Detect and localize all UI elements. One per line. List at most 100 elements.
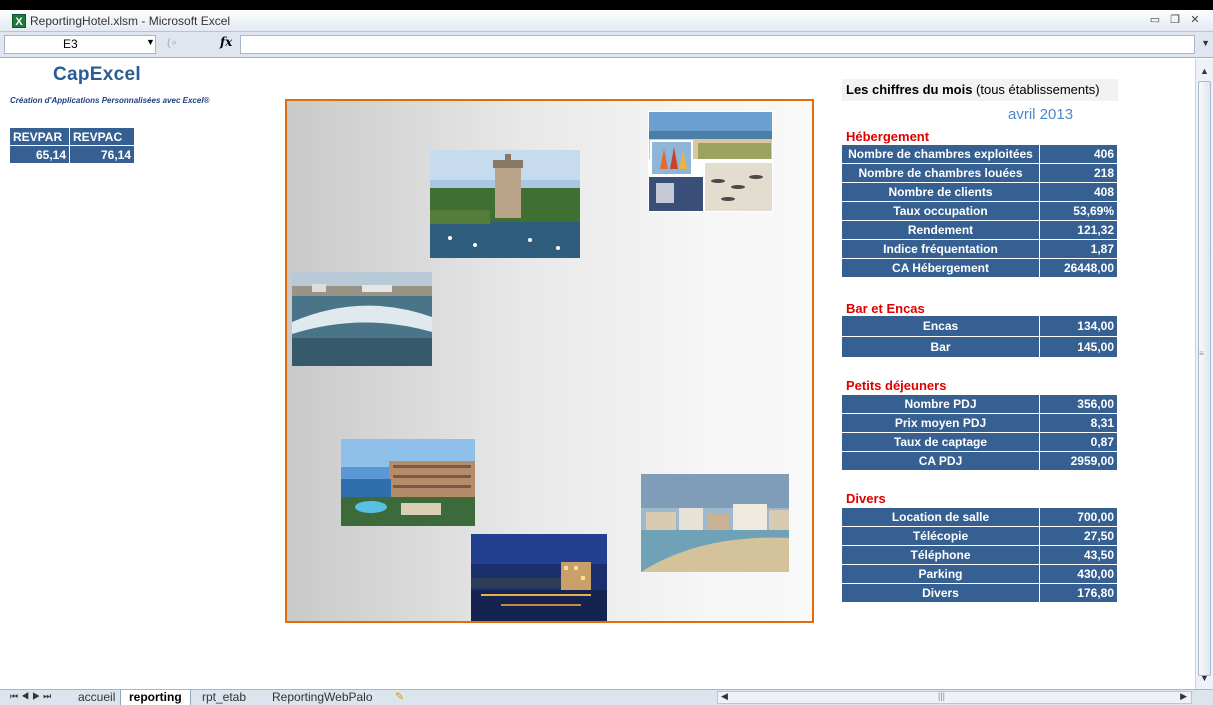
row-value[interactable]: 134,00 bbox=[1040, 316, 1117, 337]
expand-formula-icon[interactable]: ▼ bbox=[1201, 38, 1210, 48]
row-value[interactable]: 43,50 bbox=[1040, 546, 1117, 565]
row-value[interactable]: 0,87 bbox=[1040, 433, 1117, 452]
row-label[interactable]: Nombre de clients bbox=[842, 183, 1040, 202]
city-beach-photo[interactable] bbox=[641, 474, 789, 572]
table-row: Parking 430,00 bbox=[842, 565, 1117, 584]
row-value[interactable]: 406 bbox=[1040, 145, 1117, 164]
restore-icon[interactable]: ❐ bbox=[1167, 13, 1183, 27]
row-label[interactable]: Nombre PDJ bbox=[842, 395, 1040, 414]
row-value[interactable]: 176,80 bbox=[1040, 584, 1117, 603]
row-value[interactable]: 8,31 bbox=[1040, 414, 1117, 433]
table-row: Encas 134,00 bbox=[842, 316, 1117, 337]
excel-icon[interactable]: X bbox=[12, 14, 26, 28]
tab-reporting[interactable]: reporting bbox=[120, 690, 191, 705]
report-month[interactable]: avril 2013 bbox=[1008, 106, 1073, 123]
name-box[interactable]: E3 bbox=[4, 35, 156, 54]
scroll-left-icon[interactable]: ◀ bbox=[721, 691, 728, 702]
table-row: Location de salle 700,00 bbox=[842, 508, 1117, 527]
row-label[interactable]: Encas bbox=[842, 316, 1040, 337]
row-label[interactable]: Divers bbox=[842, 584, 1040, 603]
harbor-night-photo[interactable] bbox=[471, 534, 607, 621]
horizontal-scrollbar[interactable]: ◀ ||| ▶ bbox=[717, 691, 1192, 704]
row-value[interactable]: 700,00 bbox=[1040, 508, 1117, 527]
top-border bbox=[0, 0, 1213, 10]
row-value[interactable]: 145,00 bbox=[1040, 337, 1117, 358]
row-label[interactable]: CA Hébergement bbox=[842, 259, 1040, 278]
row-label[interactable]: CA PDJ bbox=[842, 452, 1040, 471]
chateau-harbor-photo[interactable] bbox=[430, 150, 580, 258]
ocean-wave-photo[interactable] bbox=[292, 272, 432, 366]
scroll-down-icon[interactable]: ▼ bbox=[1198, 672, 1211, 685]
table-row: Rendement 121,32 bbox=[842, 221, 1117, 240]
table-row: Prix moyen PDJ 8,31 bbox=[842, 414, 1117, 433]
row-value[interactable]: 430,00 bbox=[1040, 565, 1117, 584]
panel-title: Les chiffres du mois (tous établissement… bbox=[842, 79, 1118, 101]
row-label[interactable]: Rendement bbox=[842, 221, 1040, 240]
chevron-down-icon[interactable]: ▼ bbox=[146, 37, 155, 47]
revpac-value[interactable]: 76,14 bbox=[69, 145, 135, 164]
formula-input[interactable] bbox=[240, 35, 1195, 54]
row-value[interactable]: 53,69% bbox=[1040, 202, 1117, 221]
tab-accueil[interactable]: accueil bbox=[70, 690, 124, 705]
panel-title-bold: Les chiffres du mois bbox=[846, 82, 973, 97]
minimize-icon[interactable]: ▭ bbox=[1147, 13, 1163, 27]
table-row: Nombre de chambres louées 218 bbox=[842, 164, 1117, 183]
row-value[interactable]: 408 bbox=[1040, 183, 1117, 202]
table-row: CA Hébergement 26448,00 bbox=[842, 259, 1117, 278]
row-value[interactable]: 1,87 bbox=[1040, 240, 1117, 259]
section-title-hebergement: Hébergement bbox=[846, 129, 930, 144]
row-label[interactable]: Téléphone bbox=[842, 546, 1040, 565]
revpac-header[interactable]: REVPAC bbox=[69, 127, 135, 146]
row-value[interactable]: 2959,00 bbox=[1040, 452, 1117, 471]
revpar-header[interactable]: REVPAR bbox=[9, 127, 70, 146]
row-value[interactable]: 356,00 bbox=[1040, 395, 1117, 414]
row-label[interactable]: Télécopie bbox=[842, 527, 1040, 546]
table-row: Taux occupation 53,69% bbox=[842, 202, 1117, 221]
vertical-scrollbar[interactable]: ▲ ≡ ▼ bbox=[1195, 59, 1213, 689]
row-value[interactable]: 121,32 bbox=[1040, 221, 1117, 240]
panel-title-rest: (tous établissements) bbox=[972, 82, 1100, 97]
formula-bar: E3 ▼ (∘ fx ▼ bbox=[0, 32, 1213, 58]
kpi-table: REVPAR REVPAC 65,14 76,14 bbox=[9, 127, 135, 164]
row-label[interactable]: Nombre de chambres louées bbox=[842, 164, 1040, 183]
title-bar: X ReportingHotel.xlsm - Microsoft Excel … bbox=[0, 10, 1213, 32]
row-value[interactable]: 218 bbox=[1040, 164, 1117, 183]
row-label[interactable]: Prix moyen PDJ bbox=[842, 414, 1040, 433]
row-value[interactable]: 27,50 bbox=[1040, 527, 1117, 546]
formula-cancel-icon[interactable]: (∘ bbox=[167, 36, 178, 49]
row-label[interactable]: Indice fréquentation bbox=[842, 240, 1040, 259]
table-row: Téléphone 43,50 bbox=[842, 546, 1117, 565]
table-row: Bar 145,00 bbox=[842, 337, 1117, 358]
excel-window: X ReportingHotel.xlsm - Microsoft Excel … bbox=[0, 0, 1213, 705]
hebergement-table: Nombre de chambres exploitées 406 Nombre … bbox=[842, 145, 1117, 278]
section-title-petits-dejeuners: Petits déjeuners bbox=[846, 378, 947, 393]
section-title-bar-encas: Bar et Encas bbox=[846, 301, 925, 316]
insert-sheet-icon[interactable]: ✎ bbox=[395, 690, 404, 703]
scroll-thumb[interactable] bbox=[1198, 81, 1211, 676]
tab-navigation-icons[interactable]: ⏮◀▶⏭ bbox=[10, 691, 54, 702]
row-label[interactable]: Parking bbox=[842, 565, 1040, 584]
capexcel-logo: CapExcel bbox=[53, 64, 141, 85]
revpar-value[interactable]: 65,14 bbox=[9, 145, 70, 164]
table-row: Taux de captage 0,87 bbox=[842, 433, 1117, 452]
grip-icon: ≡ bbox=[1199, 349, 1204, 358]
row-label[interactable]: Nombre de chambres exploitées bbox=[842, 145, 1040, 164]
tab-reportingwebpalo[interactable]: ReportingWebPalo bbox=[264, 690, 381, 705]
scroll-up-icon[interactable]: ▲ bbox=[1198, 65, 1211, 78]
table-row: CA PDJ 2959,00 bbox=[842, 452, 1117, 471]
tab-rpt-etab[interactable]: rpt_etab bbox=[194, 690, 255, 705]
scroll-right-icon[interactable]: ▶ bbox=[1180, 691, 1187, 702]
divers-table: Location de salle 700,00 Télécopie 27,50 T… bbox=[842, 508, 1117, 603]
beach-sailboats-photo[interactable] bbox=[648, 111, 773, 212]
row-label[interactable]: Bar bbox=[842, 337, 1040, 358]
row-label[interactable]: Taux occupation bbox=[842, 202, 1040, 221]
petits-dejeuners-table: Nombre PDJ 356,00 Prix moyen PDJ 8,31 Taux… bbox=[842, 395, 1117, 471]
row-value[interactable]: 26448,00 bbox=[1040, 259, 1117, 278]
row-label[interactable]: Location de salle bbox=[842, 508, 1040, 527]
fx-icon[interactable]: fx bbox=[220, 35, 232, 49]
grip-icon: ||| bbox=[938, 691, 946, 701]
close-icon[interactable]: ✕ bbox=[1187, 13, 1203, 27]
row-label[interactable]: Taux de captage bbox=[842, 433, 1040, 452]
hotel-pool-photo[interactable] bbox=[341, 439, 475, 526]
table-row: Nombre de clients 408 bbox=[842, 183, 1117, 202]
